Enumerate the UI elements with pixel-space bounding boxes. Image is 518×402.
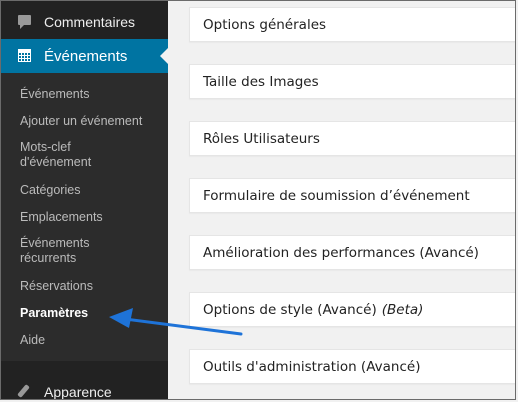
menu-events-label: Événements bbox=[44, 47, 128, 65]
section-title: Taille des Images bbox=[203, 73, 319, 90]
settings-section-user-roles[interactable]: Rôles Utilisateurs bbox=[189, 121, 515, 156]
submenu-item-recurring-events[interactable]: Événements récurrents bbox=[20, 236, 110, 266]
submenu-item-add-event[interactable]: Ajouter un événement bbox=[20, 114, 165, 129]
section-title: Options générales bbox=[203, 16, 327, 33]
submenu-item-events[interactable]: Événements bbox=[20, 87, 165, 102]
settings-section-general[interactable]: Options générales bbox=[189, 7, 515, 42]
submenu-item-settings[interactable]: Paramètres bbox=[20, 306, 165, 321]
settings-section-style[interactable]: Options de style (Avancé) (Beta) bbox=[189, 292, 515, 327]
submenu-item-help[interactable]: Aide bbox=[20, 333, 165, 348]
section-title: Rôles Utilisateurs bbox=[203, 130, 320, 147]
menu-comments[interactable]: Commentaires bbox=[1, 4, 168, 40]
menu-comments-label: Commentaires bbox=[44, 14, 136, 30]
menu-appearance-label: Apparence bbox=[44, 384, 112, 400]
menu-events[interactable]: Événements bbox=[1, 39, 168, 73]
beta-tag: (Beta) bbox=[381, 301, 424, 318]
admin-sidebar: Commentaires Événements Événements Ajout… bbox=[1, 1, 168, 400]
settings-section-submission-form[interactable]: Formulaire de soumission d’événement bbox=[189, 178, 515, 213]
paintbrush-icon bbox=[17, 384, 33, 399]
section-title: Amélioration des performances (Avancé) bbox=[203, 244, 479, 261]
submenu-item-event-tags[interactable]: Mots-clef d'événement bbox=[20, 140, 130, 170]
section-title: Formulaire de soumission d’événement bbox=[203, 187, 470, 204]
settings-section-performance[interactable]: Amélioration des performances (Avancé) bbox=[189, 235, 515, 270]
submenu-item-bookings[interactable]: Réservations bbox=[20, 279, 165, 294]
comment-bubble-icon bbox=[17, 14, 33, 30]
section-title: Outils d'administration (Avancé) bbox=[203, 358, 421, 375]
settings-section-image-sizes[interactable]: Taille des Images bbox=[189, 64, 515, 99]
settings-section-admin-tools[interactable]: Outils d'administration (Avancé) bbox=[189, 349, 515, 384]
screenshot-frame: Commentaires Événements Événements Ajout… bbox=[0, 0, 516, 400]
calendar-icon bbox=[17, 48, 33, 64]
menu-appearance[interactable]: Apparence bbox=[1, 374, 168, 400]
submenu-item-locations[interactable]: Emplacements bbox=[20, 210, 165, 225]
submenu-item-categories[interactable]: Catégories bbox=[20, 183, 165, 198]
events-submenu: Événements Ajouter un événement Mots-cle… bbox=[1, 73, 168, 361]
section-title: Options de style (Avancé) bbox=[203, 301, 377, 318]
